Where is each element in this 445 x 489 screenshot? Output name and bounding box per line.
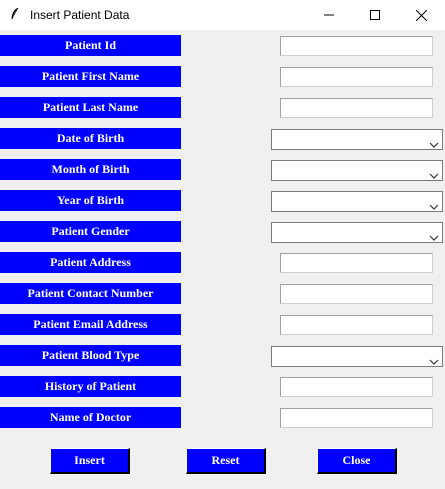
form-row-history: History of Patient	[0, 375, 445, 399]
form-row-last-name: Patient Last Name	[0, 96, 445, 120]
date-of-birth-label: Date of Birth	[0, 128, 181, 149]
first-name-input[interactable]	[280, 67, 433, 87]
last-name-label: Patient Last Name	[0, 97, 181, 118]
contact-number-label: Patient Contact Number	[0, 283, 181, 304]
form-row-email: Patient Email Address	[0, 313, 445, 337]
history-input[interactable]	[280, 377, 433, 397]
address-label: Patient Address	[0, 252, 181, 273]
form-row-gender: Patient Gender	[0, 220, 445, 244]
window-title: Insert Patient Data	[30, 8, 130, 22]
form-row-year-of-birth: Year of Birth	[0, 189, 445, 213]
chevron-down-icon[interactable]	[429, 167, 439, 179]
month-of-birth-combobox[interactable]	[271, 160, 443, 181]
email-label: Patient Email Address	[0, 314, 181, 335]
blood-type-label: Patient Blood Type	[0, 345, 181, 366]
form-row-doctor: Name of Doctor	[0, 406, 445, 430]
chevron-down-icon[interactable]	[429, 353, 439, 365]
form-row-contact-number: Patient Contact Number	[0, 282, 445, 306]
patient-id-input[interactable]	[280, 36, 433, 56]
form-row-blood-type: Patient Blood Type	[0, 344, 445, 368]
close-icon	[415, 9, 427, 21]
chevron-down-icon[interactable]	[429, 198, 439, 210]
form-row-month-of-birth: Month of Birth	[0, 158, 445, 182]
feather-icon	[7, 6, 23, 22]
maximize-button[interactable]	[352, 0, 398, 30]
insert-button[interactable]: Insert	[50, 448, 130, 474]
history-label: History of Patient	[0, 376, 181, 397]
title-bar: Insert Patient Data	[0, 0, 445, 30]
reset-button[interactable]: Reset	[186, 448, 266, 474]
blood-type-combobox[interactable]	[271, 346, 443, 367]
year-of-birth-combobox[interactable]	[271, 191, 443, 212]
gender-combobox[interactable]	[271, 222, 443, 243]
minimize-button[interactable]	[306, 0, 352, 30]
form-row-first-name: Patient First Name	[0, 65, 445, 89]
form-row-address: Patient Address	[0, 251, 445, 275]
minimize-icon	[324, 10, 334, 20]
patient-id-label: Patient Id	[0, 35, 181, 56]
form-row-date-of-birth: Date of Birth	[0, 127, 445, 151]
chevron-down-icon[interactable]	[429, 136, 439, 148]
date-of-birth-combobox[interactable]	[271, 129, 443, 150]
close-button[interactable]: Close	[317, 448, 397, 474]
doctor-input[interactable]	[280, 408, 433, 428]
address-input[interactable]	[280, 253, 433, 273]
contact-number-input[interactable]	[280, 284, 433, 304]
close-window-button[interactable]	[398, 0, 444, 30]
form-row-patient-id: Patient Id	[0, 34, 445, 58]
chevron-down-icon[interactable]	[429, 229, 439, 241]
first-name-label: Patient First Name	[0, 66, 181, 87]
month-of-birth-label: Month of Birth	[0, 159, 181, 180]
last-name-input[interactable]	[280, 98, 433, 118]
gender-label: Patient Gender	[0, 221, 181, 242]
email-input[interactable]	[280, 315, 433, 335]
maximize-icon	[370, 10, 380, 20]
year-of-birth-label: Year of Birth	[0, 190, 181, 211]
doctor-label: Name of Doctor	[0, 407, 181, 428]
